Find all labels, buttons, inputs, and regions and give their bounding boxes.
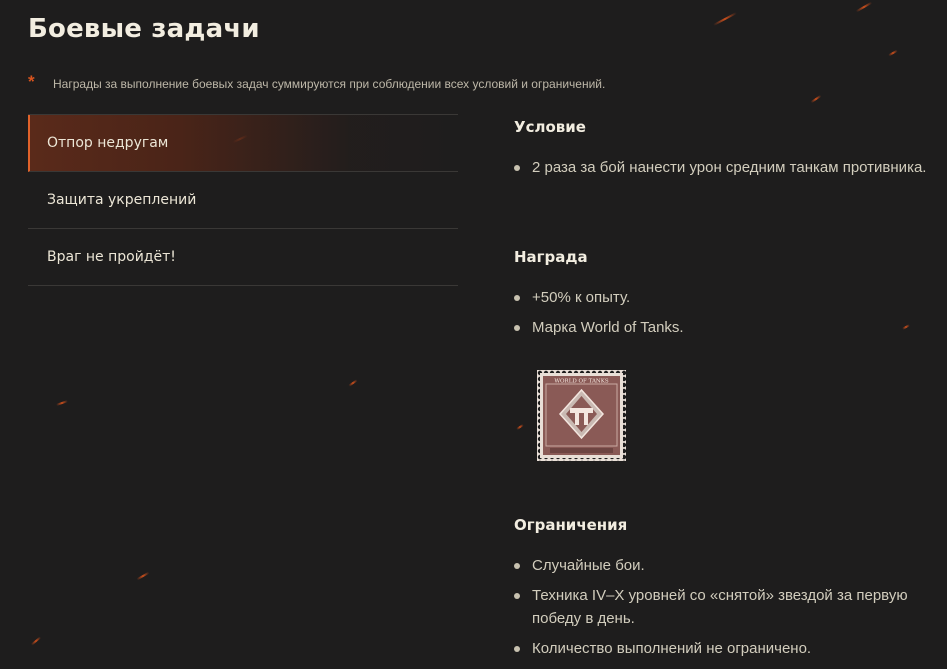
condition-list: 2 раза за бой нанести урон средним танка… — [514, 156, 934, 186]
ember-spark — [713, 12, 737, 26]
tab-vrag-ne-proydet[interactable]: Враг не пройдёт! — [28, 229, 458, 286]
reward-item: Марка World of Tanks. — [514, 316, 934, 339]
ember-spark — [56, 400, 68, 406]
restrictions-title: Ограничения — [514, 516, 628, 534]
condition-title: Условие — [514, 118, 586, 136]
reward-item: +50% к опыту. — [514, 286, 934, 309]
condition-item: 2 раза за бой нанести урон средним танка… — [514, 156, 934, 179]
restriction-item: Случайные бои. — [514, 554, 934, 577]
ember-spark — [855, 1, 873, 13]
note-text: Награды за выполнение боевых задач сумми… — [53, 77, 606, 91]
reward-list: +50% к опыту. Марка World of Tanks. — [514, 286, 934, 346]
ember-spark — [810, 94, 822, 104]
mission-tabs: Отпор недругам Защита укреплений Враг не… — [28, 114, 458, 286]
ember-spark — [516, 423, 524, 431]
ember-spark — [348, 379, 358, 387]
reward-title: Награда — [514, 248, 588, 266]
world-of-tanks-stamp-image: WORLD OF TANKS — [537, 370, 626, 461]
stamp-caption: WORLD OF TANKS — [554, 379, 608, 385]
restrictions-list: Случайные бои. Техника IV–X уровней со «… — [514, 554, 934, 667]
ember-spark — [888, 49, 898, 57]
tab-otpor-nedrugam[interactable]: Отпор недругам — [28, 115, 458, 172]
asterisk-marker: * — [28, 72, 35, 91]
ember-spark — [30, 636, 42, 646]
page-title: Боевые задачи — [28, 14, 260, 44]
ember-spark — [136, 571, 150, 581]
tab-zashchita-ukrepleniy[interactable]: Защита укреплений — [28, 172, 458, 229]
restriction-item: Техника IV–X уровней со «снятой» звездой… — [514, 584, 934, 630]
restriction-item: Количество выполнений не ограничено. — [514, 637, 934, 660]
